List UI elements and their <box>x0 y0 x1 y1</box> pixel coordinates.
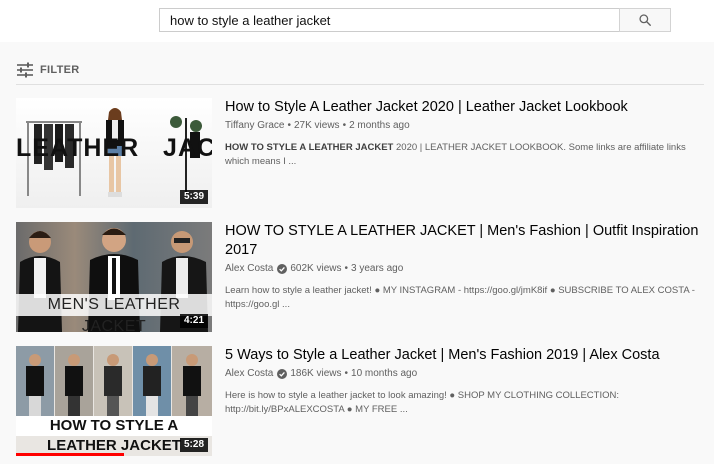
video-meta: Tiffany Grace • 27K views • 2 months ago <box>225 119 705 133</box>
video-result[interactable]: HOW TO STYLE A LEATHER JACKET 5:28 5 Way… <box>16 346 706 458</box>
verified-icon <box>277 264 288 274</box>
meta-separator: • <box>287 120 291 131</box>
search-button[interactable] <box>619 8 671 32</box>
duration-badge: 4:21 <box>179 314 208 328</box>
divider <box>16 84 704 85</box>
meta-separator: • <box>344 368 349 379</box>
video-thumbnail[interactable]: HOW TO STYLE A LEATHER JACKET 5:28 <box>16 346 212 456</box>
channel-name[interactable]: Alex Costa <box>225 262 273 276</box>
view-count: 602K views <box>290 263 342 274</box>
upload-age: 10 months ago <box>351 368 418 379</box>
channel-name[interactable]: Tiffany Grace <box>225 119 284 133</box>
view-count: 186K views <box>290 368 342 379</box>
view-count: 27K views <box>293 120 340 131</box>
description-highlight: HOW TO STYLE A LEATHER JACKET <box>225 142 394 153</box>
video-meta: Alex Costa 186K views • 10 months ago <box>225 367 705 381</box>
video-result[interactable]: LEATHER JACKET 5:39 How to Style A Leath… <box>16 98 706 210</box>
video-title[interactable]: 5 Ways to Style a Leather Jacket | Men's… <box>225 346 705 365</box>
video-meta: Alex Costa 602K views • 3 years ago <box>225 262 705 276</box>
filter-button[interactable]: FILTER <box>16 60 79 80</box>
video-title[interactable]: How to Style A Leather Jacket 2020 | Lea… <box>225 98 705 117</box>
watch-progress-bar <box>16 453 124 456</box>
upload-age: 3 years ago <box>351 263 404 274</box>
video-description: Learn how to style a leather jacket! ● M… <box>225 285 695 310</box>
filter-label: FILTER <box>40 64 80 76</box>
search-icon <box>639 14 651 26</box>
upload-age: 2 months ago <box>349 120 410 131</box>
meta-separator: • <box>344 263 349 274</box>
video-description: HOW TO STYLE A LEATHER JACKET 2020 | LEA… <box>225 141 707 169</box>
thumbnail-caption: MEN'S LEATHER JACKET <box>16 294 212 332</box>
thumbnail-caption: HOW TO STYLE A LEATHER JACKET <box>16 416 212 454</box>
video-result[interactable]: MEN'S LEATHER JACKET 4:21 HOW TO STYLE A… <box>16 222 706 334</box>
meta-separator: • <box>342 120 347 131</box>
masthead <box>0 0 714 42</box>
video-thumbnail[interactable]: LEATHER JACKET 5:39 <box>16 98 212 208</box>
thumbnail-caption: LEATHER JACKET <box>16 134 212 162</box>
duration-badge: 5:28 <box>179 438 208 452</box>
video-thumbnail[interactable]: MEN'S LEATHER JACKET 4:21 <box>16 222 212 332</box>
channel-name[interactable]: Alex Costa <box>225 367 273 381</box>
search-input[interactable] <box>159 8 619 32</box>
duration-badge: 5:39 <box>179 190 208 204</box>
video-title[interactable]: HOW TO STYLE A LEATHER JACKET | Men's Fa… <box>225 222 705 260</box>
video-description: Here is how to style a leather jacket to… <box>225 390 619 415</box>
verified-icon <box>277 369 288 379</box>
filter-sliders-icon <box>17 62 33 78</box>
